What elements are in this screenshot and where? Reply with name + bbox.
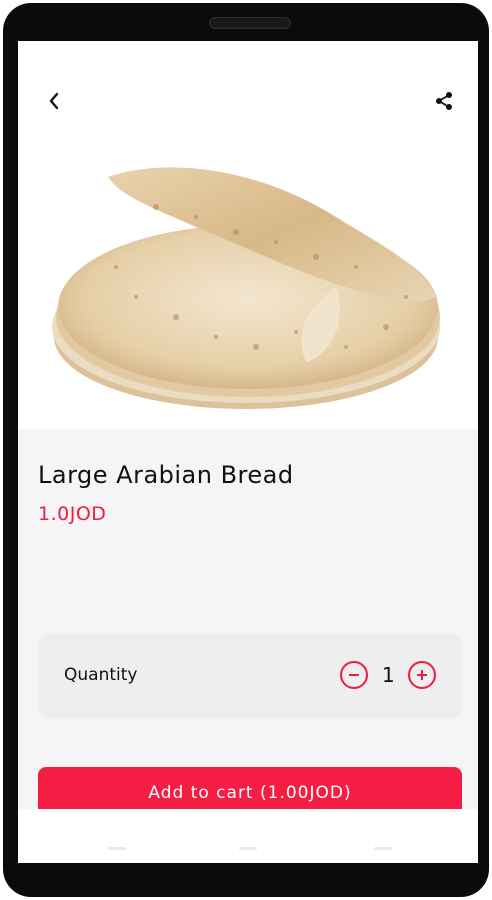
top-bar [18,41,478,161]
phone-speaker [209,17,291,29]
app-screen: Large Arabian Bread 1.0JOD Quantity 1 Ad… [18,41,478,863]
nav-home-hint [239,847,257,850]
system-nav-bar [18,809,478,863]
product-image [52,167,440,409]
back-button[interactable] [42,89,66,113]
plus-circle-icon [417,670,427,680]
quantity-label: Quantity [64,665,138,685]
chevron-left-icon [49,92,59,110]
quantity-card: Quantity 1 [38,633,462,719]
product-price: 1.0JOD [38,503,107,525]
product-title: Large Arabian Bread [38,461,294,489]
share-button[interactable] [432,89,456,113]
quantity-value: 1 [382,663,395,687]
decrease-quantity-button[interactable] [340,661,368,689]
share-icon [436,92,452,110]
minus-circle-icon [349,674,359,676]
nav-recent-hint [374,847,392,850]
phone-frame: Large Arabian Bread 1.0JOD Quantity 1 Ad… [3,3,489,897]
nav-back-hint [108,847,126,850]
quantity-stepper: 1 [340,659,436,691]
increase-quantity-button[interactable] [408,661,436,689]
